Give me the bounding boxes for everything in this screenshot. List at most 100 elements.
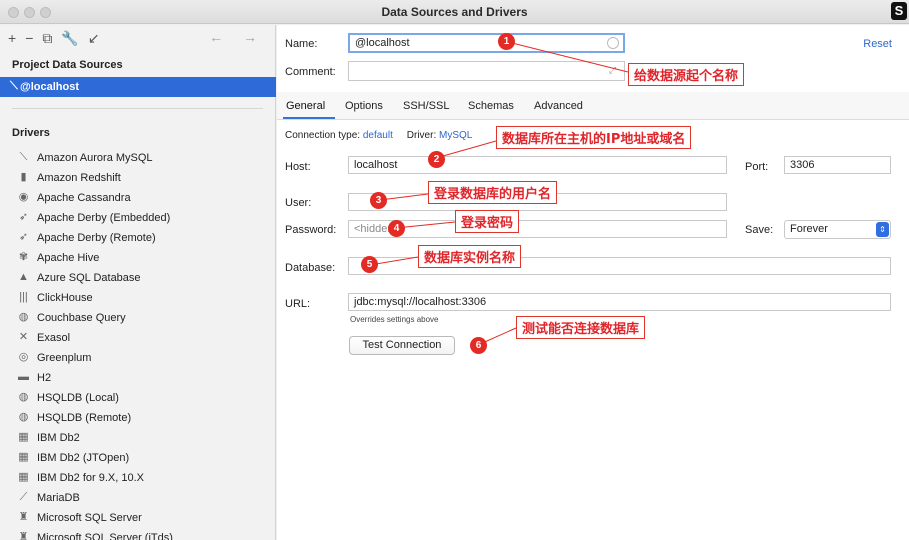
driver-item[interactable]: ♜ Microsoft SQL Server — [0, 509, 276, 529]
comment-input[interactable] — [348, 61, 625, 81]
expand-icon[interactable]: ⤢ — [609, 65, 616, 76]
driver-icon: ▦ — [18, 471, 29, 483]
driver-label: Exasol — [37, 332, 71, 344]
app-logo: S — [891, 2, 907, 20]
driver-link[interactable]: MySQL — [439, 130, 472, 141]
test-connection-button[interactable]: Test Connection — [349, 336, 455, 355]
driver-item[interactable]: ▮ Amazon Redshift — [0, 169, 276, 189]
drivers-list: ⟍ Amazon Aurora MySQL ▮ Amazon Redshift ◉ Apa… — [0, 149, 276, 540]
driver-item[interactable]: ▦ IBM Db2 — [0, 429, 276, 449]
drivers-header: Drivers — [12, 127, 50, 139]
driver-item[interactable]: ♜ Microsoft SQL Server (jTds) — [0, 529, 276, 540]
port-input[interactable]: 3306 — [784, 156, 891, 174]
driver-label: Driver: — [406, 130, 437, 141]
driver-item[interactable]: ⟍ Amazon Aurora MySQL — [0, 149, 276, 169]
driver-icon: ✕ — [18, 331, 29, 343]
reset-link[interactable]: Reset — [863, 38, 892, 50]
user-label: User: — [285, 197, 312, 209]
data-source-item-localhost[interactable]: ⟍ @localhost — [0, 77, 276, 97]
driver-label: IBM Db2 (JTOpen) — [37, 452, 130, 464]
driver-label: HSQLDB (Local) — [37, 392, 119, 404]
database-label: Database: — [285, 262, 336, 274]
driver-item[interactable]: ▲ Azure SQL Database — [0, 269, 276, 289]
driver-label: Apache Derby (Embedded) — [37, 212, 171, 224]
driver-item[interactable]: ➶ Apache Derby (Remote) — [0, 229, 276, 249]
tab-ssh-ssl[interactable]: SSH/SSL — [403, 100, 449, 112]
driver-label: Microsoft SQL Server (jTds) — [37, 532, 173, 540]
driver-item[interactable]: ▦ IBM Db2 for 9.X, 10.X — [0, 469, 276, 489]
driver-icon: ◍ — [18, 391, 29, 403]
driver-label: Apache Hive — [37, 252, 100, 264]
comment-label: Comment: — [285, 66, 336, 78]
tab-bar: General Options SSH/SSL Schemas Advanced — [277, 92, 909, 120]
port-label: Port: — [745, 161, 769, 173]
annotation-badge-5: 5 — [361, 256, 378, 273]
driver-icon: ➶ — [18, 231, 29, 243]
window-title: Data Sources and Drivers — [381, 5, 528, 19]
tab-general[interactable]: General — [286, 100, 325, 112]
divider — [12, 108, 263, 109]
driver-item[interactable]: ▦ IBM Db2 (JTOpen) — [0, 449, 276, 469]
driver-icon: ▦ — [18, 431, 29, 443]
left-toolbar: + − ⧉ 🔧 ↙ — [8, 29, 100, 47]
left-panel: + − ⧉ 🔧 ↙ ← → Project Data Sources ⟍ @lo… — [0, 25, 276, 540]
wrench-icon[interactable]: 🔧 — [61, 30, 78, 47]
add-icon[interactable]: + — [8, 30, 16, 46]
url-input[interactable]: jdbc:mysql://localhost:3306 — [348, 293, 891, 311]
connection-info: Connection type: default Driver: MySQL — [285, 130, 472, 141]
driver-item[interactable]: ◍ HSQLDB (Remote) — [0, 409, 276, 429]
host-input[interactable]: localhost — [348, 156, 727, 174]
connection-type-link[interactable]: default — [363, 130, 393, 141]
clear-circle-icon[interactable] — [607, 37, 619, 49]
driver-item[interactable]: ◍ HSQLDB (Local) — [0, 389, 276, 409]
tab-options[interactable]: Options — [345, 100, 383, 112]
driver-icon: ◎ — [18, 351, 29, 363]
driver-item[interactable]: ➶ Apache Derby (Embedded) — [0, 209, 276, 229]
driver-label: Amazon Redshift — [37, 172, 121, 184]
driver-item[interactable]: ✕ Exasol — [0, 329, 276, 349]
driver-icon: ⟍ — [19, 151, 28, 163]
driver-item[interactable]: ✾ Apache Hive — [0, 249, 276, 269]
annotation-badge-4: 4 — [388, 220, 405, 237]
driver-icon: ◉ — [18, 191, 29, 203]
password-label: Password: — [285, 224, 337, 236]
connection-type-label: Connection type: — [285, 130, 361, 141]
annotation-label-5: 数据库实例名称 — [418, 245, 522, 268]
driver-icon: ✾ — [18, 251, 29, 263]
import-icon[interactable]: ↙ — [88, 30, 100, 47]
driver-label: IBM Db2 — [37, 432, 80, 444]
driver-label: Apache Cassandra — [37, 192, 131, 204]
driver-item[interactable]: ▬ H2 — [0, 369, 276, 389]
save-select[interactable]: Forever ⇕ — [784, 220, 891, 239]
nav-arrows-icon[interactable]: ← → — [209, 29, 265, 45]
driver-icon: ||| — [19, 291, 28, 303]
url-label: URL: — [285, 298, 311, 310]
driver-label: MariaDB — [37, 492, 80, 504]
driver-icon: ♜ — [18, 511, 29, 523]
annotation-badge-2: 2 — [428, 151, 445, 168]
title-bar: Data Sources and Drivers S — [0, 0, 909, 24]
save-label: Save: — [745, 224, 774, 236]
duplicate-icon[interactable]: ⧉ — [42, 30, 52, 47]
name-input[interactable]: @localhost — [348, 33, 625, 53]
name-label: Name: — [285, 38, 318, 50]
project-data-sources-header: Project Data Sources — [12, 59, 123, 71]
driver-item[interactable]: ◉ Apache Cassandra — [0, 189, 276, 209]
driver-label: Apache Derby (Remote) — [37, 232, 156, 244]
driver-item[interactable]: ◍ Couchbase Query — [0, 309, 276, 329]
connection-form: Name: @localhost Reset Comment: ⤢ Genera… — [277, 25, 909, 540]
driver-label: H2 — [37, 372, 52, 384]
driver-icon: ◍ — [18, 411, 29, 423]
driver-item[interactable]: ◎ Greenplum — [0, 349, 276, 369]
driver-item[interactable]: ⟋ MariaDB — [0, 489, 276, 509]
driver-item[interactable]: ||| ClickHouse — [0, 289, 276, 309]
annotation-label-2: 数据库所在主机的IP地址或域名 — [496, 126, 692, 149]
active-tab-indicator — [283, 117, 335, 119]
remove-icon[interactable]: − — [25, 30, 33, 46]
driver-icon: ⟋ — [19, 491, 28, 503]
driver-label: IBM Db2 for 9.X, 10.X — [37, 472, 144, 484]
tab-schemas[interactable]: Schemas — [468, 100, 514, 112]
annotation-label-6: 测试能否连接数据库 — [516, 316, 646, 339]
tab-advanced[interactable]: Advanced — [534, 100, 583, 112]
driver-label: Amazon Aurora MySQL — [37, 152, 153, 164]
